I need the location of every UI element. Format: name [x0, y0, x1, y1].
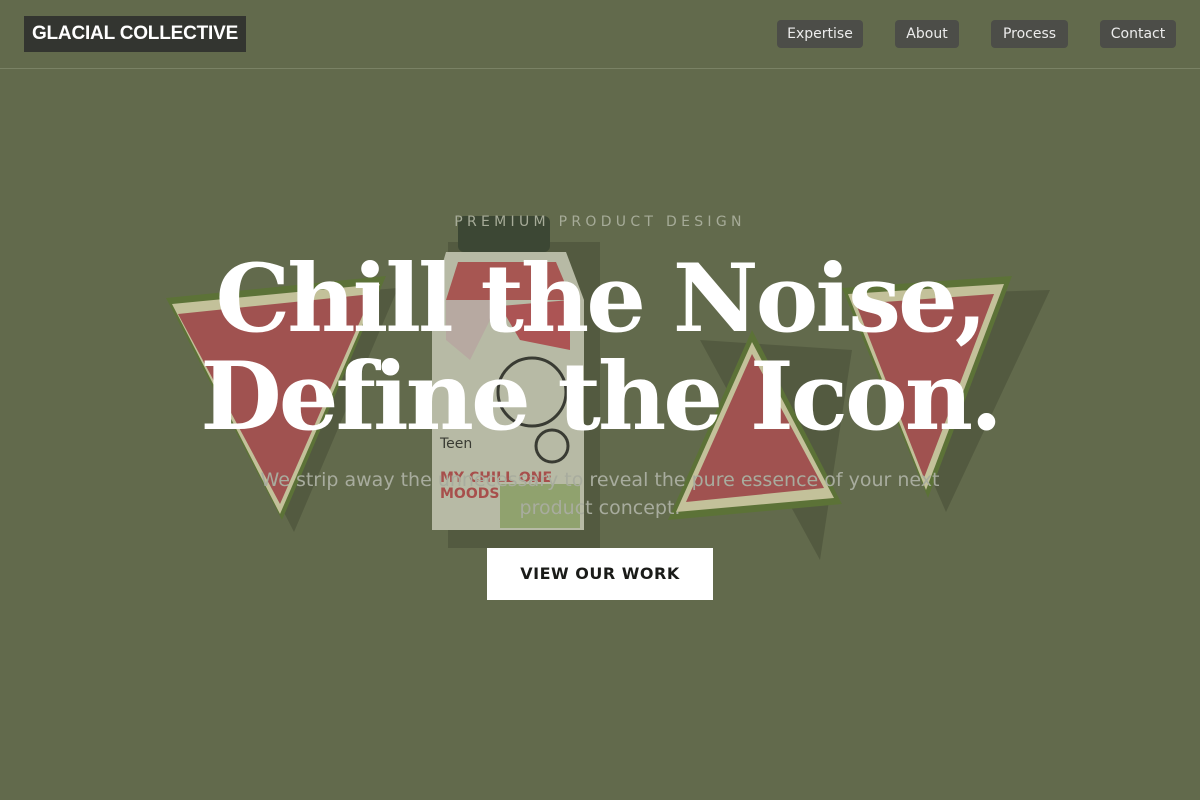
nav-expertise[interactable]: Expertise — [777, 20, 863, 48]
headline-line-2: Define the Icon. — [200, 342, 1003, 452]
hero-subtitle: We strip away the unnecessary to reveal … — [260, 469, 940, 519]
nav-contact[interactable]: Contact — [1100, 20, 1176, 48]
headline-line-1: Chill the Noise, — [215, 244, 987, 354]
hero-headline: Chill the Noise, Define the Icon. — [0, 250, 1200, 446]
brand-logo[interactable]: GLACIAL COLLECTIVE — [24, 16, 246, 52]
nav-about[interactable]: About — [895, 20, 959, 48]
nav-process[interactable]: Process — [991, 20, 1068, 48]
hero-section: PREMIUM PRODUCT DESIGN Chill the Noise, … — [0, 0, 1200, 800]
hero-eyebrow: PREMIUM PRODUCT DESIGN — [454, 214, 746, 230]
site-header: GLACIAL COLLECTIVE Expertise About Proce… — [0, 0, 1200, 69]
view-work-button[interactable]: VIEW OUR WORK — [487, 548, 713, 600]
